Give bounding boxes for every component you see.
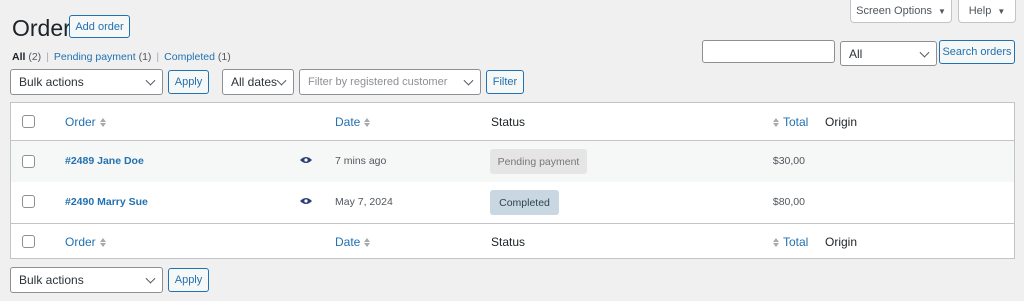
column-date-header[interactable]: Date — [335, 115, 371, 129]
column-order-header[interactable]: Order — [65, 235, 106, 249]
sort-icon — [364, 117, 371, 127]
search-filter-select[interactable]: All — [840, 41, 937, 66]
sort-icon — [773, 237, 779, 247]
bulk-actions-value: Bulk actions — [19, 273, 84, 287]
apply-button[interactable]: Apply — [168, 70, 209, 94]
chevron-down-icon — [463, 75, 474, 86]
add-order-button[interactable]: Add order — [69, 15, 130, 38]
column-status-header: Status — [491, 115, 526, 129]
table-row[interactable]: #2490 Marry Sue May 7, 2024 Completed $8… — [11, 182, 1014, 223]
column-origin-header: Origin — [825, 115, 858, 129]
order-link[interactable]: #2490 Marry Sue — [65, 196, 148, 208]
order-total: $30,00 — [772, 155, 805, 167]
order-status-views: All (2) | Pending payment (1) | Complete… — [12, 51, 231, 63]
caret-down-icon: ▼ — [997, 6, 1006, 16]
status-badge: Completed — [490, 190, 559, 215]
view-separator: | — [156, 51, 160, 63]
search-input[interactable] — [702, 40, 835, 63]
preview-eye-icon[interactable] — [300, 156, 312, 164]
column-order-label: Order — [65, 235, 96, 249]
bulk-actions-value: Bulk actions — [19, 75, 84, 89]
view-completed[interactable]: Completed (1) — [164, 51, 231, 63]
column-order-header[interactable]: Order — [65, 115, 106, 129]
view-separator: | — [46, 51, 49, 63]
orders-table: Order Date Status Total Origin #2489 Jan… — [10, 102, 1015, 259]
chevron-down-icon — [145, 75, 156, 86]
order-date: 7 mins ago — [335, 155, 387, 167]
row-checkbox[interactable] — [22, 155, 35, 168]
column-total-header[interactable]: Total — [773, 115, 808, 129]
column-date-label: Date — [335, 115, 361, 129]
bulk-actions-select-bottom[interactable]: Bulk actions — [10, 267, 163, 293]
help-tab[interactable]: Help ▼ — [958, 0, 1016, 23]
customer-filter-placeholder: Filter by registered customer — [308, 76, 448, 88]
select-all-checkbox[interactable] — [22, 235, 35, 248]
apply-button-bottom[interactable]: Apply — [168, 268, 209, 292]
help-label: Help — [968, 5, 992, 17]
view-pending-payment[interactable]: Pending payment (1) — [54, 51, 152, 63]
sort-icon — [364, 237, 371, 247]
dates-filter-value: All dates — [231, 75, 278, 89]
table-header-row: Order Date Status Total Origin — [11, 103, 1014, 141]
select-all-checkbox[interactable] — [22, 115, 35, 128]
screen-options-label: Screen Options — [856, 5, 932, 17]
column-date-header[interactable]: Date — [335, 235, 371, 249]
filter-button[interactable]: Filter — [486, 70, 524, 94]
sort-icon — [99, 117, 106, 127]
column-origin-header: Origin — [825, 235, 858, 249]
caret-down-icon: ▼ — [937, 6, 946, 16]
preview-eye-icon[interactable] — [300, 197, 312, 205]
search-orders-button[interactable]: Search orders — [939, 40, 1015, 64]
column-total-label: Total — [783, 115, 809, 129]
screen-options-tab[interactable]: Screen Options ▼ — [850, 0, 952, 23]
chevron-down-icon — [276, 75, 287, 86]
search-filter-value: All — [849, 46, 863, 61]
view-all[interactable]: All (2) — [12, 51, 41, 63]
status-badge: Pending payment — [490, 149, 587, 174]
dates-filter-select[interactable]: All dates — [222, 69, 294, 95]
column-total-header[interactable]: Total — [773, 235, 808, 249]
table-footer-row: Order Date Status Total Origin — [11, 223, 1014, 259]
order-date: May 7, 2024 — [335, 196, 393, 208]
column-order-label: Order — [65, 115, 96, 129]
column-total-label: Total — [783, 235, 809, 249]
order-link[interactable]: #2489 Jane Doe — [65, 155, 144, 167]
chevron-down-icon — [145, 273, 156, 284]
chevron-down-icon — [919, 47, 930, 58]
customer-filter-select[interactable]: Filter by registered customer — [299, 69, 481, 95]
order-total: $80,00 — [772, 196, 805, 208]
sort-icon — [773, 117, 779, 127]
sort-icon — [99, 237, 106, 247]
bulk-actions-select[interactable]: Bulk actions — [10, 69, 163, 95]
table-row[interactable]: #2489 Jane Doe 7 mins ago Pending paymen… — [11, 141, 1014, 182]
row-checkbox[interactable] — [22, 195, 35, 208]
column-status-header: Status — [491, 235, 526, 249]
column-date-label: Date — [335, 235, 361, 249]
